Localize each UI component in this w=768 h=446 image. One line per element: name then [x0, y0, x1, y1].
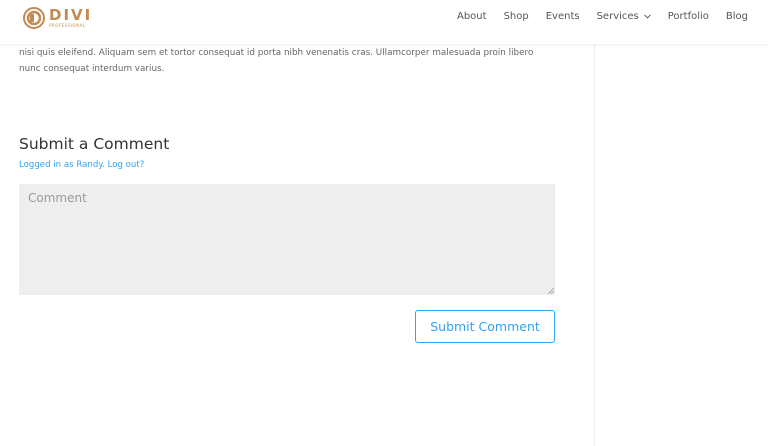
post-text-line: nunc consequat interdum varius.	[19, 64, 165, 74]
logo-icon	[23, 7, 45, 29]
main-nav: About Shop Events Services Portfolio Blo…	[440, 11, 748, 22]
resize-handle-icon[interactable]	[548, 288, 554, 294]
logo-wordmark: DIVI	[49, 6, 93, 24]
nav-item-portfolio[interactable]: Portfolio	[668, 11, 709, 22]
comment-section-title: Submit a Comment	[19, 135, 170, 153]
chevron-down-icon	[643, 14, 651, 19]
logo-tagline: PROFESSIONAL	[49, 23, 86, 28]
site-logo[interactable]: DIVI PROFESSIONAL	[23, 6, 92, 30]
submit-comment-button[interactable]: Submit Comment	[415, 310, 555, 343]
logout-link[interactable]: Log out?	[108, 160, 145, 170]
nav-item-events[interactable]: Events	[546, 11, 580, 22]
logged-in-notice: Logged in as Randy. Log out?	[19, 160, 144, 170]
post-text-line: nisi quis eleifend. Aliquam sem et torto…	[19, 48, 534, 58]
site-header: DIVI PROFESSIONAL About Shop Events Serv…	[0, 0, 768, 44]
nav-item-shop[interactable]: Shop	[504, 11, 529, 22]
post-content: nisi quis eleifend. Aliquam sem et torto…	[19, 45, 579, 77]
nav-item-blog[interactable]: Blog	[726, 11, 748, 22]
logged-in-as-link[interactable]: Logged in as Randy.	[19, 160, 108, 170]
sidebar-divider	[594, 44, 595, 446]
comment-input[interactable]	[19, 184, 555, 295]
nav-item-about[interactable]: About	[457, 11, 487, 22]
nav-item-services[interactable]: Services	[597, 11, 651, 22]
nav-item-services-label: Services	[596, 11, 639, 22]
